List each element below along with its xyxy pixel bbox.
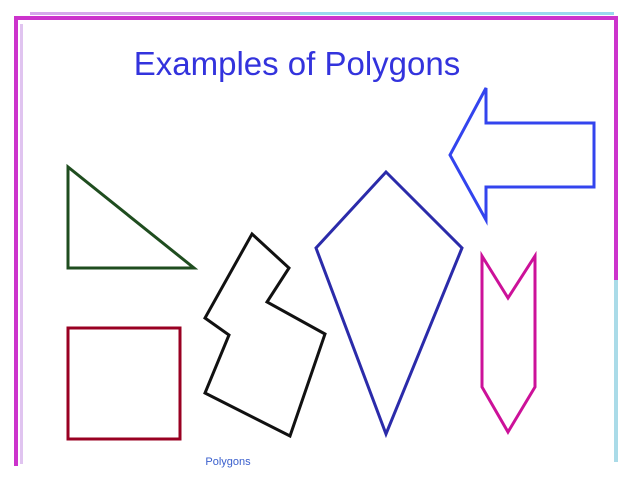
triangle-shape xyxy=(66,163,199,270)
slide: Examples of Polygons Polygons xyxy=(0,0,638,479)
square-shape xyxy=(66,326,182,441)
slide-footer: Polygons xyxy=(205,456,251,468)
chevron-shape xyxy=(480,250,537,435)
arrow-shape xyxy=(448,87,596,226)
irregular-polygon-shape xyxy=(203,231,327,439)
kite-shape xyxy=(314,169,464,439)
polygon-examples xyxy=(66,87,596,441)
